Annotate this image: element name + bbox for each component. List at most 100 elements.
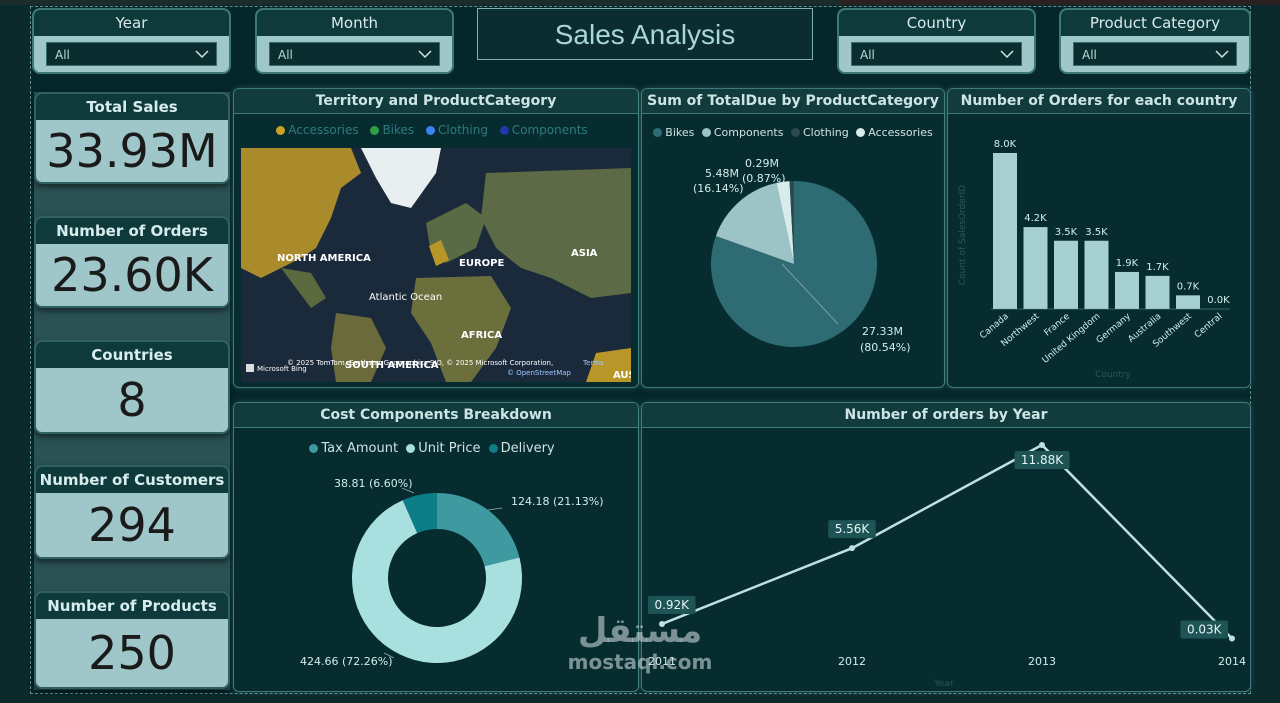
line-chart[interactable]: Year 0.92K20115.56K201211.88K20130.03K20… [642,429,1250,691]
donut-legend: Tax Amount Unit Price Delivery [234,441,638,456]
legend-dot [856,128,866,137]
legend-label: Accessories [868,126,933,139]
map-panel[interactable]: Territory and ProductCategory Accessorie… [233,88,639,388]
kpi-label: Total Sales [36,94,228,120]
bar-australia[interactable] [1145,275,1170,309]
legend-item[interactable]: Clothing [426,123,488,137]
bar-data-label: 0.0K [1207,295,1230,306]
pie-legend: Bikes Components Clothing Accessories [642,126,944,139]
legend-label: Bikes [665,126,695,139]
bar-france[interactable] [1054,240,1078,309]
chevron-down-icon [195,50,209,59]
legend-label: Components [511,123,588,137]
pie-label-components-pct: (16.14%) [693,182,744,195]
legend-label: Accessories [288,123,359,137]
pie-chart[interactable]: 27.33M (80.54%) 5.48M (16.14%) 0.29M (0.… [642,149,946,385]
watermark-arabic: مستقل [577,611,703,651]
line-panel[interactable]: Number of orders by Year Year 0.92K 2011 5… [641,402,1251,692]
bar-chart[interactable]: Count of SalesOrderID Country 8.0KCanada… [948,115,1250,385]
slicer-year-dropdown[interactable]: All [46,42,217,66]
line-data-label: 0.92K [654,598,690,612]
legend-item[interactable]: Bikes [653,126,694,139]
pie-panel[interactable]: Sum of TotalDue by ProductCategory Bikes… [641,88,945,388]
chevron-down-icon [418,50,432,59]
slicer-country[interactable]: Country All [837,8,1036,74]
kpi-value: 33.93M [46,124,218,178]
line-series[interactable] [661,443,1233,640]
legend-label: Clothing [802,126,849,139]
world-map[interactable]: NORTH AMERICA EUROPE ASIA Atlantic Ocean… [241,148,631,382]
bar-northwest[interactable] [1023,227,1048,309]
line-data-label: 11.88K [1021,453,1064,467]
slicer-year-value: All [55,48,70,62]
donut-slice-tax-amount[interactable] [437,493,520,567]
bar-data-label: 1.9K [1116,258,1139,269]
map-label-asia: ASIA [571,248,598,259]
bar-data-label: 0.7K [1177,281,1200,292]
slicer-product-category-dropdown[interactable]: All [1073,42,1237,66]
bar-southwest[interactable] [1176,295,1200,309]
bar-x-axis-title: Country [1095,370,1131,380]
kpi-value: 294 [88,498,176,552]
map-brand: Microsoft Bing [257,365,307,373]
legend-item[interactable]: Unit Price [406,441,481,456]
legend-item[interactable]: Clothing [790,126,849,139]
map-attribution: © 2025 TomTom, Earthstar Geographics SIO… [287,359,553,367]
slicer-year-title: Year [34,10,229,36]
legend-item[interactable]: Delivery [488,441,555,456]
legend-label: Components [713,126,784,139]
legend-label: Unit Price [418,441,481,456]
map-terms-link[interactable]: Terms [582,359,604,367]
legend-item[interactable]: Accessories [856,126,933,139]
map-label-europe: EUROPE [459,258,504,269]
kpi-number-of-orders: Number of Orders 23.60K [34,216,230,308]
watermark: مستقل mostaql.com [560,612,720,674]
line-data-label: 0.03K [1187,623,1223,637]
kpi-number-of-customers: Number of Customers 294 [34,465,230,559]
line-x-tick: 2014 [1218,655,1246,668]
kpi-value: 23.60K [51,248,213,302]
legend-dot [370,126,380,135]
legend-item[interactable]: Components [499,123,588,137]
pie-label-bikes-pct: (80.54%) [860,341,911,354]
slicer-month-dropdown[interactable]: All [269,42,440,66]
legend-item[interactable]: Components [701,126,784,139]
bar-data-label: 8.0K [994,139,1017,150]
bar-united-kingdom[interactable] [1084,240,1109,309]
legend-dot [653,128,663,137]
slicer-product-category[interactable]: Product Category All [1059,8,1251,74]
slicer-country-value: All [860,48,875,62]
kpi-label: Number of Customers [36,467,228,493]
line-data-label: 5.56K [835,522,871,536]
map-label-africa: AFRICA [461,330,502,341]
watermark-latin: mostaql.com [567,650,713,674]
legend-item[interactable]: Accessories [276,123,359,137]
bar-panel[interactable]: Number of Orders for each country Count … [947,88,1251,388]
bar-y-axis-title: Count of SalesOrderID [958,185,968,285]
line-panel-title: Number of orders by Year [642,403,1250,428]
kpi-value: 8 [117,373,147,427]
bar-category-label: Central [1193,312,1225,341]
page-title: Sales Analysis [477,8,813,60]
line-point[interactable] [1229,635,1235,642]
window-top-bar-right [840,0,1280,5]
bing-logo-icon [246,364,254,372]
map-osm-link[interactable]: © OpenStreetMap [507,369,572,377]
pie-panel-title: Sum of TotalDue by ProductCategory [642,89,944,114]
bar-canada[interactable] [993,153,1017,309]
slicer-country-dropdown[interactable]: All [851,42,1022,66]
line-point[interactable] [849,545,855,552]
slicer-country-title: Country [839,10,1034,36]
legend-dot [499,126,509,135]
bar-data-label: 3.5K [1085,227,1108,238]
bar-data-label: 1.7K [1146,262,1169,273]
kpi-label: Countries [36,342,228,368]
line-point[interactable] [1039,441,1045,448]
legend-item[interactable]: Bikes [370,123,414,137]
map-panel-title: Territory and ProductCategory [234,89,638,114]
bar-germany[interactable] [1115,271,1139,309]
slicer-year[interactable]: Year All [32,8,231,74]
slicer-month[interactable]: Month All [255,8,454,74]
donut-label-unit-price: 424.66 (72.26%) [300,655,393,668]
legend-item[interactable]: Tax Amount [309,441,398,456]
